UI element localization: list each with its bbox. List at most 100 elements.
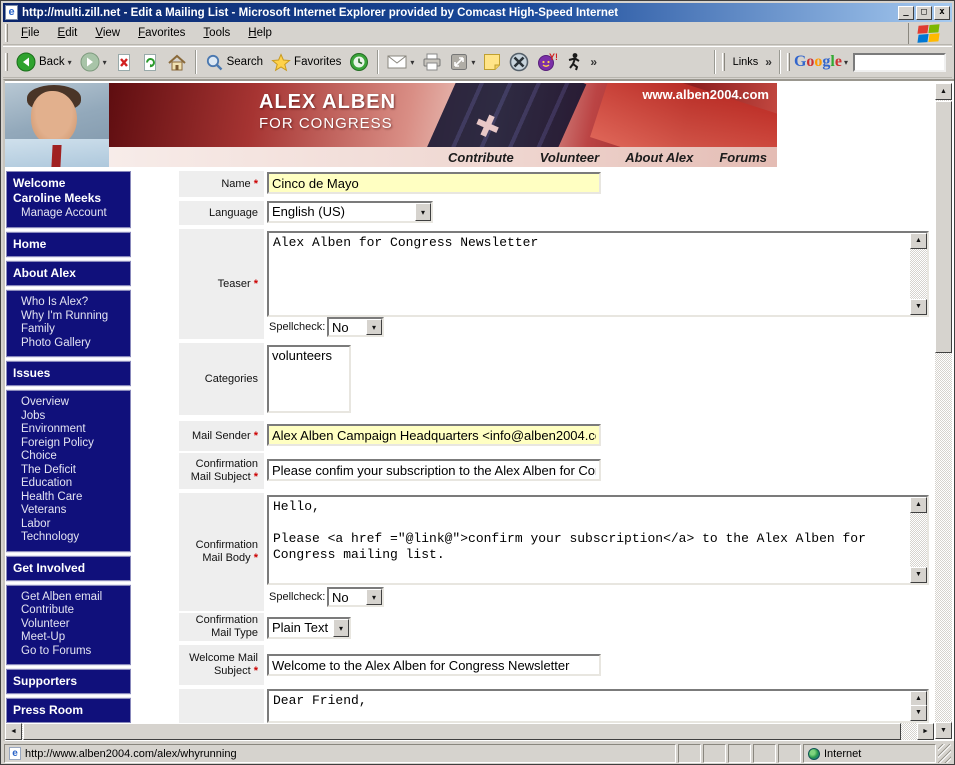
search-button[interactable]: Search — [201, 51, 267, 74]
dropdown-arrow-icon[interactable]: ▾ — [415, 203, 431, 221]
sidebar-item-veterans[interactable]: Veterans — [21, 504, 128, 518]
teaser-spellcheck-select[interactable]: No ▾ — [327, 317, 384, 337]
toolbar-grip[interactable] — [722, 53, 725, 71]
resize-grip[interactable] — [938, 744, 951, 763]
banner-nav-about-alex[interactable]: About Alex — [625, 150, 693, 165]
sidebar-item-technology[interactable]: Technology — [21, 531, 128, 545]
name-input[interactable] — [267, 172, 601, 194]
teaser-textarea[interactable]: Alex Alben for Congress Newsletter — [269, 233, 910, 315]
yahoo-messenger-button[interactable]: Y! — [533, 50, 561, 74]
horizontal-scrollbar-thumb[interactable] — [23, 723, 901, 740]
toolbar-overflow-chevron[interactable]: » — [587, 55, 600, 69]
sidebar-item-choice[interactable]: Choice — [21, 450, 128, 464]
menu-view[interactable]: View — [86, 24, 129, 42]
mail-button[interactable]: ▾ — [383, 52, 418, 72]
vertical-scrollbar[interactable]: ▲ ▼ — [935, 83, 952, 739]
plugin-circle-button[interactable] — [505, 50, 533, 74]
google-search-input[interactable] — [853, 53, 946, 72]
toolbar-grip[interactable] — [5, 24, 8, 42]
edit-dropdown-icon[interactable]: ▾ — [471, 58, 475, 67]
sidebar-item-go-to-forums[interactable]: Go to Forums — [21, 645, 128, 659]
menu-file[interactable]: File — [12, 24, 49, 42]
conf-mail-subject-input[interactable] — [267, 459, 601, 481]
sidebar-item-foreign-policy[interactable]: Foreign Policy — [21, 437, 128, 451]
sidebar-item-labor[interactable]: Labor — [21, 518, 128, 532]
sidebar-item-volunteer[interactable]: Volunteer — [21, 618, 128, 632]
vertical-scrollbar-thumb[interactable] — [935, 101, 952, 353]
toolbar-grip[interactable] — [787, 53, 790, 71]
sidebar-item-overview[interactable]: Overview — [21, 396, 128, 410]
sidebar-header-press-room[interactable]: Press Room — [6, 698, 131, 723]
print-button[interactable] — [418, 51, 446, 73]
forward-button[interactable]: ▾ — [76, 50, 111, 74]
sidebar-item-environment[interactable]: Environment — [21, 423, 128, 437]
links-chevron[interactable]: » — [762, 55, 775, 69]
banner-nav-volunteer[interactable]: Volunteer — [540, 150, 599, 165]
menu-favorites[interactable]: Favorites — [129, 24, 194, 42]
close-button[interactable]: x — [934, 6, 950, 20]
menu-edit[interactable]: Edit — [49, 24, 87, 42]
minimize-button[interactable]: _ — [898, 6, 914, 20]
scroll-left-icon[interactable]: ◄ — [5, 723, 22, 740]
toolbar-grip[interactable] — [5, 53, 8, 71]
sidebar-item-get-alben-email[interactable]: Get Alben email — [21, 591, 128, 605]
dropdown-arrow-icon[interactable]: ▾ — [333, 619, 349, 637]
sidebar-item-meet-up[interactable]: Meet-Up — [21, 631, 128, 645]
conf-mail-body-textarea[interactable]: Hello, Please <a href ="@link@">confirm … — [269, 497, 910, 583]
sidebar-item-the-deficit[interactable]: The Deficit — [21, 464, 128, 478]
home-button[interactable] — [163, 51, 191, 74]
forward-dropdown-icon[interactable]: ▾ — [103, 58, 107, 67]
sidebar-item-home[interactable]: Home — [6, 232, 131, 257]
sidebar-item-jobs[interactable]: Jobs — [21, 410, 128, 424]
scroll-down-icon[interactable]: ▼ — [910, 299, 927, 315]
teaser-scrollbar[interactable]: ▲ ▼ — [910, 233, 927, 315]
horizontal-scrollbar[interactable]: ◄ ► — [5, 723, 934, 740]
categories-listbox[interactable]: volunteers — [267, 345, 351, 413]
stop-button[interactable] — [111, 51, 137, 74]
scroll-up-icon[interactable]: ▲ — [935, 83, 952, 100]
sidebar-item-who-is-alex[interactable]: Who Is Alex? — [21, 296, 128, 310]
dropdown-arrow-icon[interactable]: ▾ — [366, 319, 382, 335]
dropdown-arrow-icon[interactable]: ▾ — [366, 589, 382, 605]
back-dropdown-icon[interactable]: ▾ — [68, 58, 72, 67]
scroll-down-icon[interactable]: ▼ — [910, 567, 927, 583]
refresh-button[interactable] — [137, 51, 163, 74]
menu-help[interactable]: Help — [239, 24, 281, 42]
google-dropdown-icon[interactable]: ▾ — [844, 58, 848, 67]
conf-body-spellcheck-select[interactable]: No ▾ — [327, 587, 384, 607]
discuss-button[interactable] — [479, 51, 505, 73]
conf-body-scrollbar[interactable]: ▲ ▼ — [910, 497, 927, 583]
language-select[interactable]: English (US) ▾ — [267, 201, 433, 223]
scroll-right-icon[interactable]: ► — [917, 723, 934, 740]
scroll-down-icon[interactable]: ▼ — [910, 705, 927, 721]
sidebar-header-issues[interactable]: Issues — [6, 361, 131, 386]
scroll-up-icon[interactable]: ▲ — [910, 497, 927, 513]
categories-list-item[interactable]: volunteers — [272, 348, 332, 363]
sidebar-header-about-alex[interactable]: About Alex — [6, 261, 131, 286]
conf-mail-type-select[interactable]: Plain Text ▾ — [267, 617, 351, 639]
welcome-mail-body-textarea[interactable]: Dear Friend, — [269, 691, 910, 721]
sidebar-item-contribute[interactable]: Contribute — [21, 604, 128, 618]
aim-button[interactable] — [561, 50, 587, 74]
edit-button[interactable]: ▾ — [446, 51, 479, 73]
back-button[interactable]: Back ▾ — [12, 50, 76, 74]
mail-sender-input[interactable] — [267, 424, 601, 446]
maximize-button[interactable]: □ — [916, 6, 932, 20]
sidebar-item-education[interactable]: Education — [21, 477, 128, 491]
sidebar-item-why-im-running[interactable]: Why I'm Running — [21, 310, 128, 324]
menu-tools[interactable]: Tools — [194, 24, 239, 42]
history-button[interactable] — [345, 50, 373, 74]
favorites-button[interactable]: Favorites — [267, 51, 345, 74]
banner-nav-forums[interactable]: Forums — [719, 150, 767, 165]
sidebar-item-manage-account[interactable]: Manage Account — [13, 206, 124, 221]
banner-nav-contribute[interactable]: Contribute — [448, 150, 514, 165]
welcome-mail-subject-input[interactable] — [267, 654, 601, 676]
sidebar-item-family[interactable]: Family — [21, 323, 128, 337]
scroll-up-icon[interactable]: ▲ — [910, 233, 927, 249]
mail-dropdown-icon[interactable]: ▾ — [410, 58, 414, 67]
sidebar-item-health-care[interactable]: Health Care — [21, 491, 128, 505]
sidebar-item-photo-gallery[interactable]: Photo Gallery — [21, 337, 128, 351]
welcome-body-scrollbar[interactable]: ▲ ▼ — [910, 691, 927, 721]
scroll-down-icon[interactable]: ▼ — [935, 722, 952, 739]
sidebar-header-get-involved[interactable]: Get Involved — [6, 556, 131, 581]
